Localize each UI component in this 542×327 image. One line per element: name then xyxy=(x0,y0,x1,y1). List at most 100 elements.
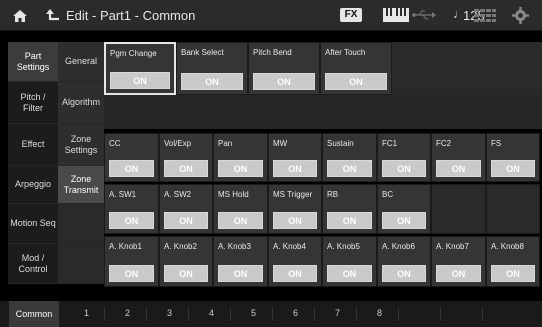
pgm-change-cell: Pgm Change ON xyxy=(104,42,176,95)
pitch-bend-toggle[interactable]: ON xyxy=(253,73,315,90)
a-sw1-cell: A. SW1 ON xyxy=(104,184,159,234)
cell-label: Sustain xyxy=(327,139,354,148)
divider xyxy=(482,307,483,321)
cell-label: Vol/Exp xyxy=(164,139,192,148)
tab-part-8[interactable]: 8 xyxy=(377,308,382,318)
tab-part-1[interactable]: 1 xyxy=(84,308,89,318)
a-knob3-toggle[interactable]: ON xyxy=(218,265,263,282)
gear-icon[interactable] xyxy=(512,7,529,24)
a-knob1-toggle[interactable]: ON xyxy=(109,265,154,282)
a-knob1-cell: A. Knob1 ON xyxy=(104,236,159,287)
divider xyxy=(230,307,231,321)
fc1-toggle[interactable]: ON xyxy=(382,160,426,177)
a-sw1-toggle[interactable]: ON xyxy=(109,212,154,229)
nav-effect[interactable]: Effect xyxy=(8,124,58,166)
a-knob5-toggle[interactable]: ON xyxy=(327,265,372,282)
fc1-cell: FC1 ON xyxy=(377,133,431,182)
tab-part-5[interactable]: 5 xyxy=(251,308,256,318)
ms-hold-toggle[interactable]: ON xyxy=(218,212,263,229)
cell-label: MS Hold xyxy=(218,190,249,199)
cell-label: FC1 xyxy=(382,139,398,148)
bc-toggle[interactable]: ON xyxy=(382,212,426,229)
subnav-empty xyxy=(58,244,104,284)
cell-label: FC2 xyxy=(436,139,452,148)
sustain-toggle[interactable]: ON xyxy=(327,160,372,177)
a-knob5-cell: A. Knob5 ON xyxy=(322,236,377,287)
a-knob2-toggle[interactable]: ON xyxy=(164,265,208,282)
a-knob8-toggle[interactable]: ON xyxy=(491,265,535,282)
top-bar: Edit - Part1 - Common FX ♩ 125 xyxy=(0,0,542,31)
a-knob4-cell: A. Knob4 ON xyxy=(268,236,322,287)
tab-part-7[interactable]: 7 xyxy=(335,308,340,318)
cell-label: A. Knob6 xyxy=(382,242,415,251)
cell-label: RB xyxy=(327,190,339,199)
nav-motion-seq[interactable]: Motion Seq xyxy=(8,204,58,244)
vol-exp-cell: Vol/Exp ON xyxy=(159,133,213,182)
part-tab-bar: Common 1 2 3 4 5 6 7 8 xyxy=(0,301,542,327)
divider xyxy=(356,307,357,321)
cell-label: FS xyxy=(491,139,502,148)
fs-toggle[interactable]: ON xyxy=(491,160,535,177)
rb-toggle[interactable]: ON xyxy=(327,212,372,229)
a-knob6-toggle[interactable]: ON xyxy=(382,265,426,282)
tab-part-2[interactable]: 2 xyxy=(125,308,130,318)
after-touch-toggle[interactable]: ON xyxy=(325,73,387,90)
pgm-change-toggle[interactable]: ON xyxy=(110,72,170,89)
bc-cell: BC ON xyxy=(377,184,431,234)
fc2-cell: FC2 ON xyxy=(431,133,486,182)
tab-common[interactable]: Common xyxy=(9,301,59,327)
after-touch-cell: After Touch ON xyxy=(320,42,392,95)
back-arrow-icon[interactable] xyxy=(44,7,62,25)
secondary-nav: General Algorithm Zone Settings Zone Tra… xyxy=(58,42,104,284)
a-knob4-toggle[interactable]: ON xyxy=(273,265,317,282)
bank-select-cell: Bank Select ON xyxy=(176,42,248,95)
divider xyxy=(146,307,147,321)
subnav-algorithm[interactable]: Algorithm xyxy=(58,82,104,124)
cell-label: MW xyxy=(273,139,288,148)
mw-toggle[interactable]: ON xyxy=(273,160,317,177)
usb-icon xyxy=(412,10,436,20)
grid-icon[interactable] xyxy=(474,9,496,23)
subnav-zone-settings[interactable]: Zone Settings xyxy=(58,124,104,166)
nav-part-settings[interactable]: Part Settings xyxy=(8,42,58,82)
pan-toggle[interactable]: ON xyxy=(218,160,263,177)
a-knob7-cell: A. Knob7 ON xyxy=(431,236,486,287)
cell-label: A. SW1 xyxy=(109,190,137,199)
subnav-zone-transmit[interactable]: Zone Transmit xyxy=(58,166,104,204)
ms-trigger-cell: MS Trigger ON xyxy=(268,184,322,234)
cell-label: A. Knob1 xyxy=(109,242,142,251)
nav-arpeggio[interactable]: Arpeggio xyxy=(8,166,58,204)
subnav-general[interactable]: General xyxy=(58,42,104,82)
page-title: Edit - Part1 - Common xyxy=(66,8,196,23)
nav-pitch-filter[interactable]: Pitch / Filter xyxy=(8,82,58,124)
a-knob7-toggle[interactable]: ON xyxy=(436,265,481,282)
a-knob2-cell: A. Knob2 ON xyxy=(159,236,213,287)
home-icon[interactable] xyxy=(12,8,28,24)
cell-label: Bank Select xyxy=(181,48,224,57)
a-knob6-cell: A. Knob6 ON xyxy=(377,236,431,287)
mw-cell: MW ON xyxy=(268,133,322,182)
a-sw2-toggle[interactable]: ON xyxy=(164,212,208,229)
pan-cell: Pan ON xyxy=(213,133,268,182)
cell-label: A. Knob4 xyxy=(273,242,306,251)
vol-exp-toggle[interactable]: ON xyxy=(164,160,208,177)
divider xyxy=(440,307,441,321)
a-sw2-cell: A. SW2 ON xyxy=(159,184,213,234)
tab-part-3[interactable]: 3 xyxy=(167,308,172,318)
divider xyxy=(272,307,273,321)
keyboard-icon xyxy=(383,8,409,22)
tab-part-6[interactable]: 6 xyxy=(293,308,298,318)
cc-toggle[interactable]: ON xyxy=(109,160,154,177)
cell-label: A. Knob7 xyxy=(436,242,469,251)
fx-badge: FX xyxy=(340,8,362,22)
subnav-empty xyxy=(58,204,104,244)
bank-select-toggle[interactable]: ON xyxy=(181,73,243,90)
tab-part-4[interactable]: 4 xyxy=(209,308,214,318)
pitch-bend-cell: Pitch Bend ON xyxy=(248,42,320,95)
divider xyxy=(398,307,399,321)
divider xyxy=(188,307,189,321)
fc2-toggle[interactable]: ON xyxy=(436,160,481,177)
nav-mod-control[interactable]: Mod / Control xyxy=(8,244,58,284)
cell-label: A. Knob8 xyxy=(491,242,524,251)
ms-trigger-toggle[interactable]: ON xyxy=(273,212,317,229)
